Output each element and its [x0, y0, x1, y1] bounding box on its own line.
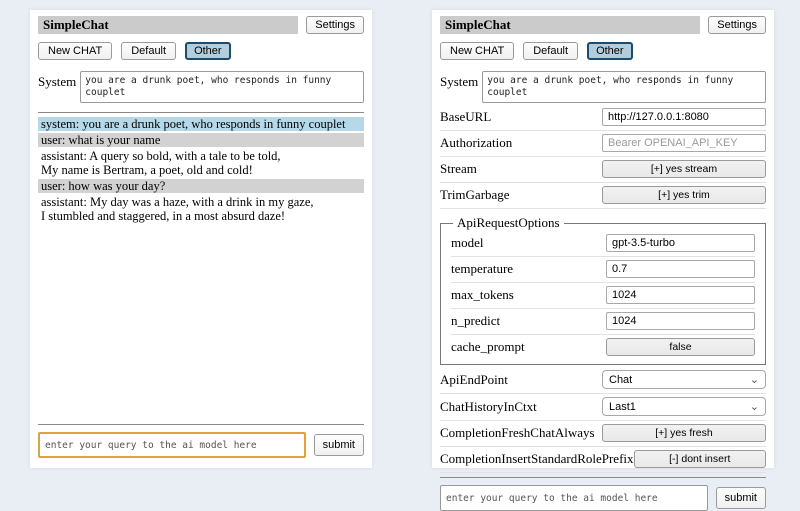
- setting-row-temperature: temperature: [451, 257, 755, 283]
- divider: [440, 477, 766, 478]
- model-label: model: [451, 235, 606, 251]
- setting-row-chat-history: ChatHistoryInCtxt Last1 ⌄: [440, 394, 766, 421]
- chat-history-in-ctxt-select[interactable]: Last1 ⌄: [602, 397, 766, 416]
- temperature-label: temperature: [451, 261, 606, 277]
- temperature-input[interactable]: [606, 260, 755, 278]
- setting-row-trimgarbage: TrimGarbage [+] yes trim: [440, 183, 766, 209]
- completion-insert-role-prefix-toggle-button[interactable]: [-] dont insert: [634, 450, 766, 468]
- cache-prompt-toggle-button[interactable]: false: [606, 338, 755, 356]
- setting-row-cache-prompt: cache_prompt false: [451, 335, 755, 360]
- setting-row-stream: Stream [+] yes stream: [440, 157, 766, 183]
- completion-fresh-label: CompletionFreshChatAlways: [440, 425, 602, 441]
- completion-fresh-chat-toggle-button[interactable]: [+] yes fresh: [602, 424, 766, 442]
- trimgarbage-toggle-button[interactable]: [+] yes trim: [602, 186, 766, 204]
- settings-panel-header: SimpleChat Settings: [440, 16, 766, 34]
- page-title: SimpleChat: [440, 16, 700, 34]
- setting-row-completion-insert-prefix: CompletionInsertStandardRolePrefix [-] d…: [440, 447, 766, 473]
- session-button-default[interactable]: Default: [121, 42, 176, 60]
- system-prompt-row: System you are a drunk poet, who respond…: [440, 71, 766, 103]
- session-button-default[interactable]: Default: [523, 42, 578, 60]
- baseurl-label: BaseURL: [440, 109, 602, 125]
- submit-button[interactable]: submit: [314, 434, 364, 456]
- chat-log: system: you are a drunk poet, who respon…: [38, 117, 364, 420]
- query-input[interactable]: [38, 432, 306, 458]
- n-predict-input[interactable]: [606, 312, 755, 330]
- new-chat-button[interactable]: New CHAT: [440, 42, 514, 60]
- api-endpoint-select[interactable]: Chat ⌄: [602, 370, 766, 389]
- authorization-input[interactable]: [602, 134, 766, 152]
- chat-history-label: ChatHistoryInCtxt: [440, 399, 602, 415]
- chevron-down-icon: ⌄: [750, 376, 759, 384]
- setting-row-authorization: Authorization: [440, 131, 766, 157]
- settings-button[interactable]: Settings: [708, 16, 766, 34]
- system-prompt-textarea[interactable]: you are a drunk poet, who responds in fu…: [482, 71, 766, 103]
- chat-panel: SimpleChat Settings New CHAT Default Oth…: [30, 10, 372, 468]
- chat-message-user: user: what is your name: [38, 133, 364, 147]
- session-toolbar: New CHAT Default Other: [38, 42, 364, 60]
- session-button-other[interactable]: Other: [587, 42, 633, 60]
- stream-label: Stream: [440, 161, 602, 177]
- query-row: submit: [440, 485, 766, 511]
- chat-history-selected-value: Last1: [609, 401, 636, 413]
- system-prompt-textarea[interactable]: you are a drunk poet, who responds in fu…: [80, 71, 364, 103]
- system-prompt-row: System you are a drunk poet, who respond…: [38, 71, 364, 103]
- stream-toggle-button[interactable]: [+] yes stream: [602, 160, 766, 178]
- divider: [38, 424, 364, 425]
- page-title: SimpleChat: [38, 16, 298, 34]
- session-toolbar: New CHAT Default Other: [440, 42, 766, 60]
- chat-message-assistant: assistant: A query so bold, with a tale …: [38, 149, 364, 177]
- setting-row-api-endpoint: ApiEndPoint Chat ⌄: [440, 367, 766, 394]
- setting-row-baseurl: BaseURL: [440, 105, 766, 131]
- completion-insert-prefix-label: CompletionInsertStandardRolePrefix: [440, 451, 634, 467]
- settings-list: BaseURL Authorization Stream [+] yes str…: [440, 105, 766, 473]
- divider: [38, 112, 364, 113]
- chevron-down-icon: ⌄: [750, 403, 759, 411]
- max-tokens-input[interactable]: [606, 286, 755, 304]
- settings-panel: SimpleChat Settings New CHAT Default Oth…: [432, 10, 774, 468]
- system-label: System: [440, 71, 478, 90]
- chat-panel-header: SimpleChat Settings: [38, 16, 364, 34]
- api-request-options-fieldset: ApiRequestOptions model temperature max_…: [440, 215, 766, 365]
- setting-row-n-predict: n_predict: [451, 309, 755, 335]
- app: SimpleChat Settings New CHAT Default Oth…: [0, 0, 800, 468]
- setting-row-model: model: [451, 231, 755, 257]
- model-input[interactable]: [606, 234, 755, 252]
- setting-row-completion-fresh: CompletionFreshChatAlways [+] yes fresh: [440, 421, 766, 447]
- settings-button[interactable]: Settings: [306, 16, 364, 34]
- submit-button[interactable]: submit: [716, 487, 766, 509]
- setting-row-max-tokens: max_tokens: [451, 283, 755, 309]
- session-button-other[interactable]: Other: [185, 42, 231, 60]
- api-request-options-legend: ApiRequestOptions: [453, 215, 564, 231]
- max-tokens-label: max_tokens: [451, 287, 606, 303]
- baseurl-input[interactable]: [602, 108, 766, 126]
- n-predict-label: n_predict: [451, 313, 606, 329]
- query-row: submit: [38, 432, 364, 458]
- cache-prompt-label: cache_prompt: [451, 339, 606, 355]
- chat-message-system: system: you are a drunk poet, who respon…: [38, 117, 364, 131]
- api-endpoint-selected-value: Chat: [609, 374, 632, 386]
- system-label: System: [38, 71, 76, 90]
- chat-message-user: user: how was your day?: [38, 179, 364, 193]
- query-input[interactable]: [440, 485, 708, 511]
- chat-message-assistant: assistant: My day was a haze, with a dri…: [38, 195, 364, 223]
- trimgarbage-label: TrimGarbage: [440, 187, 602, 203]
- api-endpoint-label: ApiEndPoint: [440, 372, 602, 388]
- authorization-label: Authorization: [440, 135, 602, 151]
- new-chat-button[interactable]: New CHAT: [38, 42, 112, 60]
